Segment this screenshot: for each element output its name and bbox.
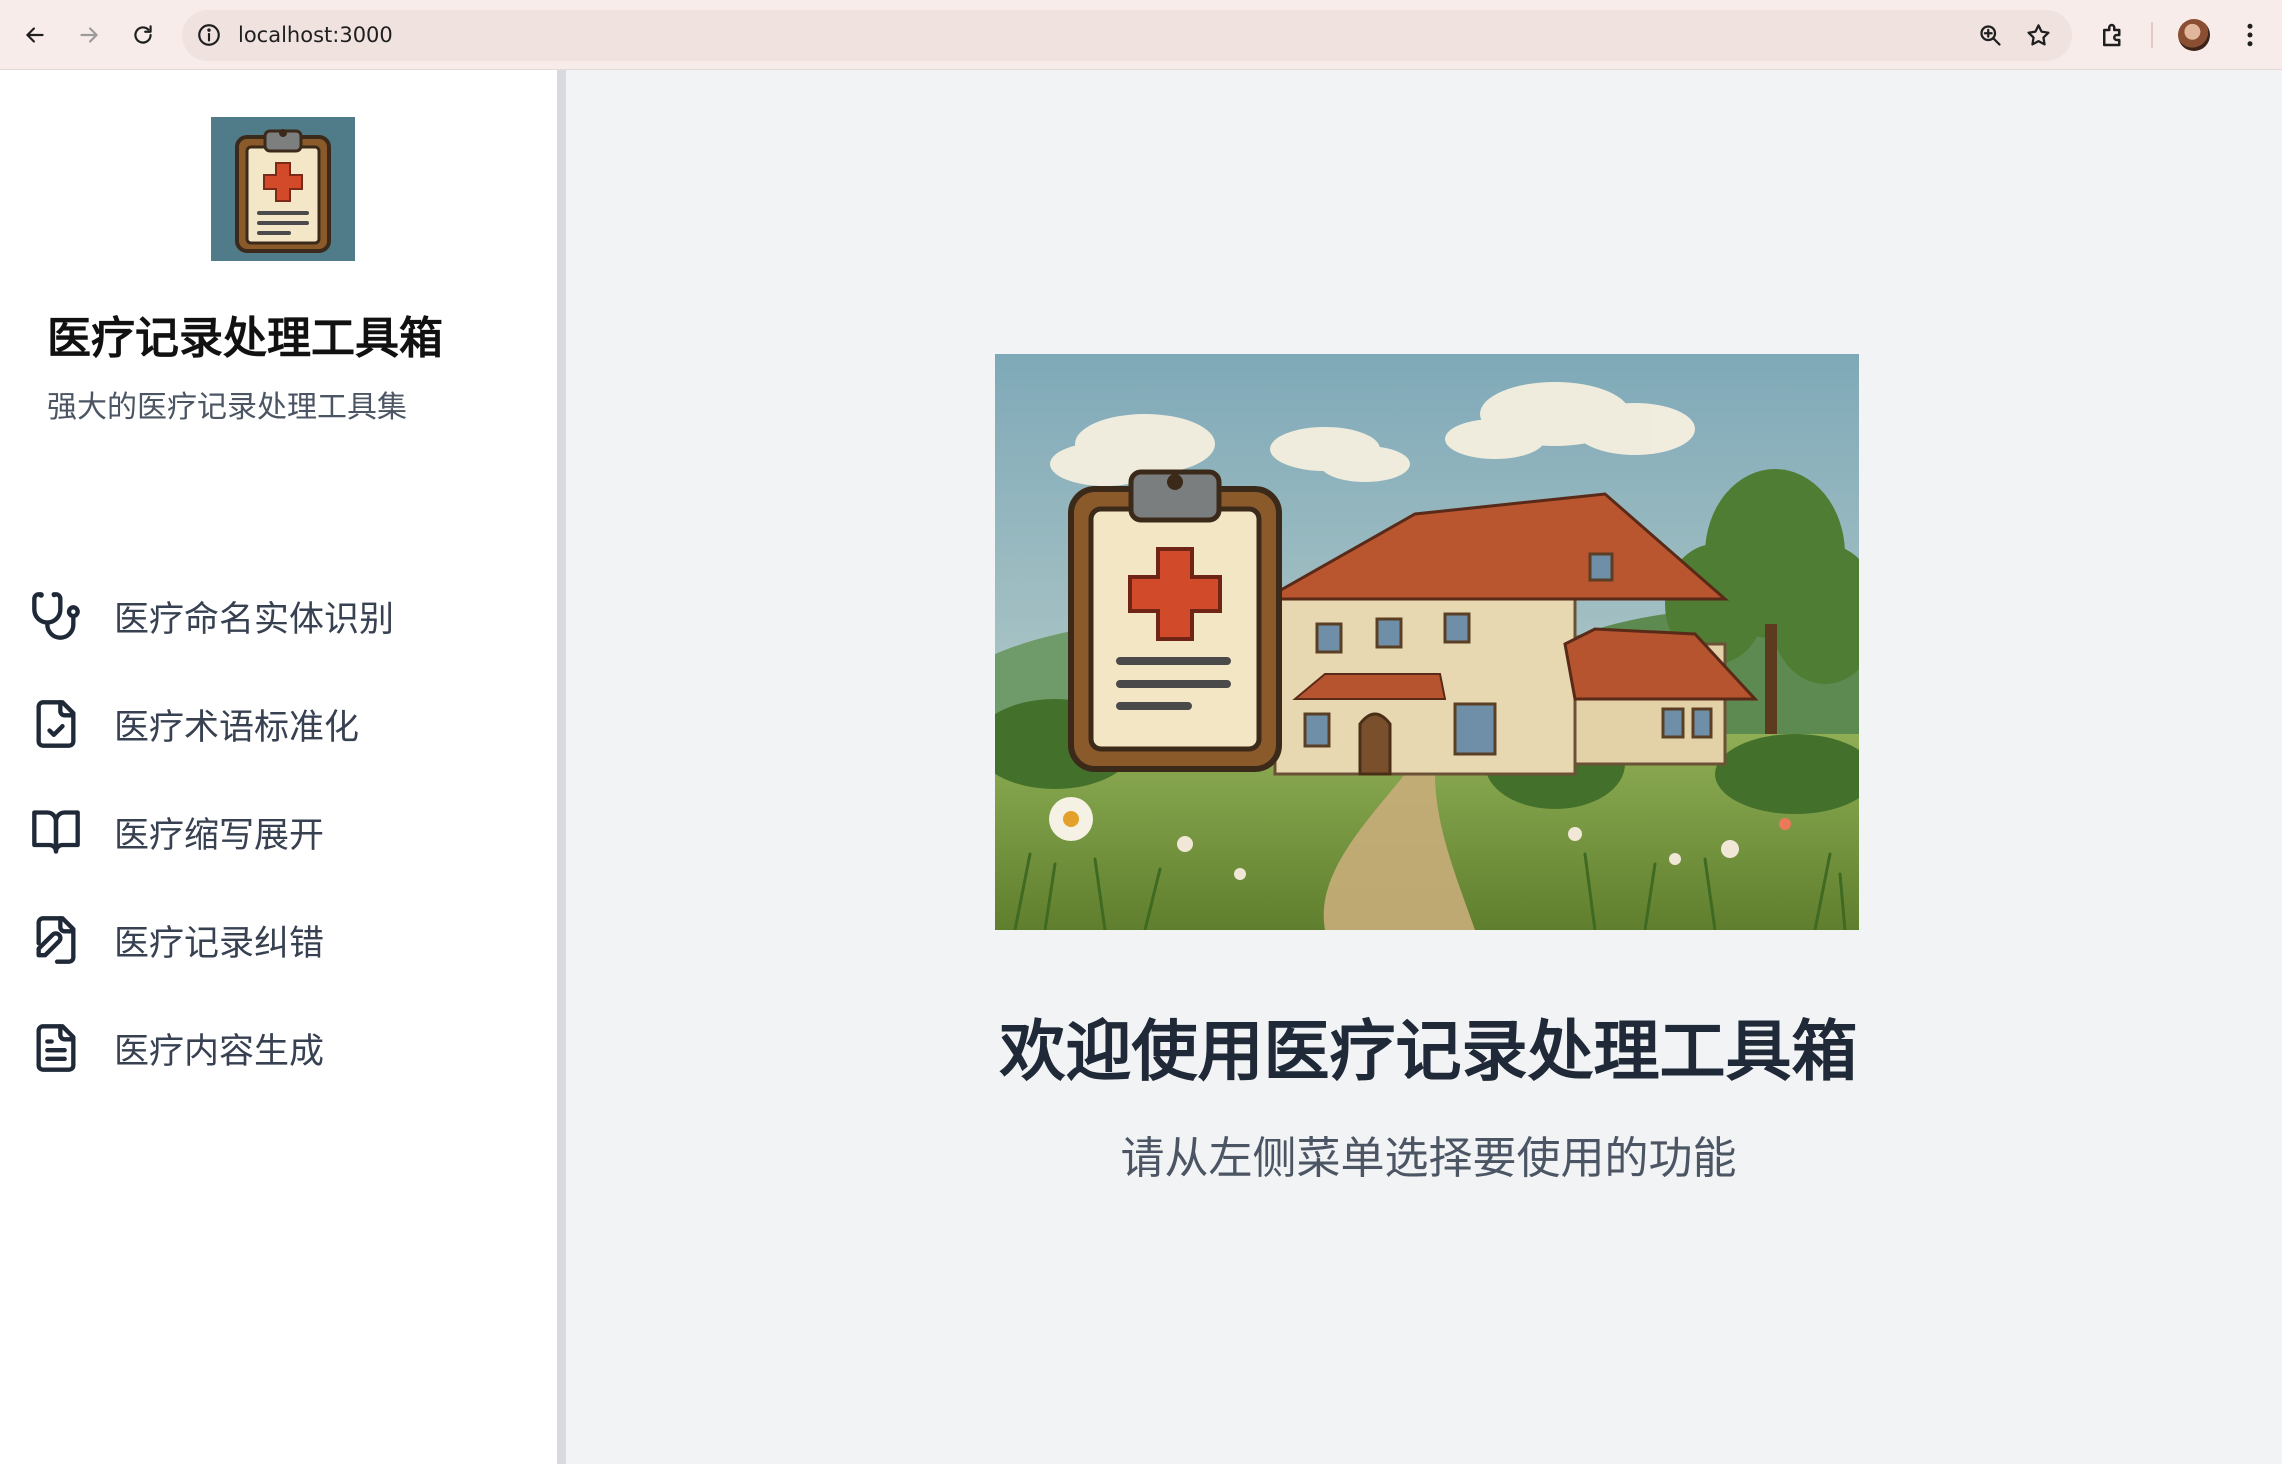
stethoscope-icon <box>32 592 80 640</box>
sidebar-item-term-normalization[interactable]: 医疗术语标准化 <box>0 670 557 778</box>
arrow-left-icon <box>26 27 44 43</box>
zoom-icon[interactable] <box>1977 22 2004 49</box>
app-subtitle: 强大的医疗记录处理工具集 <box>47 390 407 425</box>
sidebar-menu: 医疗命名实体识别 医疗术语标准化 医疗缩写展开 医疗记录纠错 医疗内容生成 <box>0 562 557 1102</box>
site-info-icon[interactable] <box>196 22 222 48</box>
welcome-hint: 请从左侧菜单选择要使用的功能 <box>1120 1133 1737 1184</box>
reload-icon <box>134 25 152 44</box>
file-pen-icon <box>36 916 76 964</box>
forward-button[interactable] <box>68 14 110 56</box>
app-title: 医疗记录处理工具箱 <box>47 313 443 364</box>
sidebar: 医疗记录处理工具箱 强大的医疗记录处理工具集 医疗命名实体识别 医疗术语标准化 <box>0 70 566 1464</box>
book-open-icon <box>32 810 80 854</box>
hero-illustration <box>995 354 1859 930</box>
sidebar-item-content-generation[interactable]: 医疗内容生成 <box>0 994 557 1102</box>
sidebar-item-ner[interactable]: 医疗命名实体识别 <box>0 562 557 670</box>
sidebar-item-label: 医疗内容生成 <box>114 1031 325 1072</box>
profile-avatar[interactable] <box>2178 19 2210 51</box>
sidebar-item-label: 医疗术语标准化 <box>114 707 360 748</box>
clipboard-logo <box>211 117 355 261</box>
sidebar-item-label: 医疗记录纠错 <box>114 923 325 964</box>
main-content: 欢迎使用医疗记录处理工具箱 请从左侧菜单选择要使用的功能 <box>575 70 2282 1464</box>
sidebar-item-label: 医疗缩写展开 <box>114 815 325 856</box>
arrow-right-icon <box>80 27 98 43</box>
more-vert-icon[interactable] <box>2235 20 2265 50</box>
file-check-icon <box>36 700 76 748</box>
sidebar-item-label: 医疗命名实体识别 <box>114 599 395 640</box>
reload-button[interactable] <box>122 14 164 56</box>
address-bar[interactable]: localhost:3000 <box>182 10 2072 61</box>
bookmark-star-icon[interactable] <box>2025 22 2052 49</box>
back-button[interactable] <box>14 14 56 56</box>
browser-toolbar: localhost:3000 <box>0 0 2282 70</box>
welcome-title: 欢迎使用医疗记录处理工具箱 <box>999 1013 1858 1090</box>
file-text-icon <box>36 1024 76 1072</box>
extensions-icon[interactable] <box>2098 20 2128 50</box>
toolbar-divider <box>2151 22 2153 48</box>
sidebar-item-record-correction[interactable]: 医疗记录纠错 <box>0 886 557 994</box>
url-text[interactable]: localhost:3000 <box>238 22 393 48</box>
sidebar-item-abbreviation-expansion[interactable]: 医疗缩写展开 <box>0 778 557 886</box>
